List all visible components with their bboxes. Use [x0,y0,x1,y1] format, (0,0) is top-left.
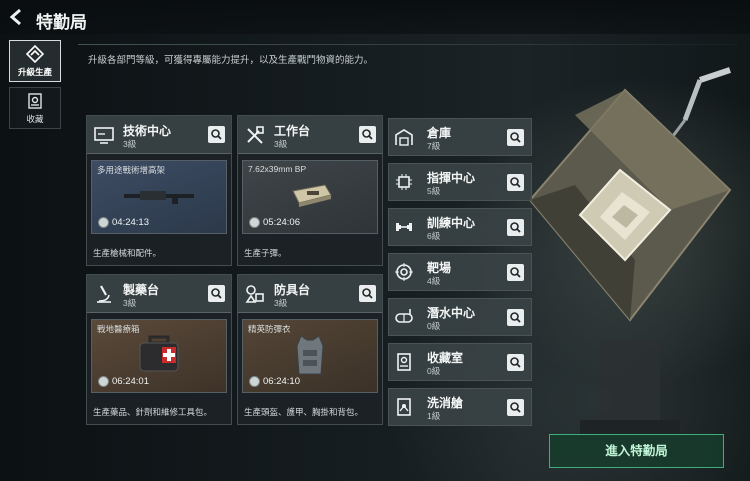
production-timer: 06:24:01 [98,376,149,387]
collection-icon [28,93,42,109]
search-icon[interactable] [208,285,225,302]
clock-icon [249,376,260,387]
production-slot[interactable]: 7.62x39mm BP 05:24:06 [242,160,378,234]
search-icon[interactable] [359,126,376,143]
clock-icon [249,217,260,228]
diving-mask-icon [395,309,413,323]
card-header: 防具台 3級 [238,275,382,313]
search-icon[interactable] [507,219,524,236]
card-level: 3級 [123,139,137,149]
warehouse-icon [395,129,413,146]
card-footer: 生產藥品、針劑和維修工具包。 [93,407,213,417]
rifle-mount-image [124,191,194,204]
facility-level: 6級 [427,231,441,241]
microscope-icon [97,285,111,303]
card-workbench[interactable]: 工作台 3級 7.62x39mm BP 05:24:06 生產子彈。 [237,115,383,266]
search-icon[interactable] [507,129,524,146]
hazard-icon [397,398,411,416]
production-timer: 04:24:13 [98,217,149,228]
ammo-box-image [292,184,332,207]
armor-parts-icon [245,285,264,303]
facility-level: 1級 [427,411,441,421]
facility-level: 7級 [427,141,441,151]
medkit-image [139,335,179,372]
tools-icon [247,126,264,144]
card-name: 防具台 [274,283,311,297]
card-level: 3級 [274,298,288,308]
nav-collection[interactable]: 收藏 [9,87,61,129]
card-header: 製藥台 3級 [87,275,231,313]
target-icon [395,263,413,281]
product-name: 精英防彈衣 [248,324,291,334]
production-slot[interactable]: 戰地醫療箱 06:24:01 [91,319,227,393]
nav-label: 收藏 [26,114,44,124]
card-footer: 生產頭盔、護甲、胸掛和背包。 [244,407,364,417]
page-title: 特勤局 [36,13,87,32]
facility-name: 倉庫 [427,126,452,140]
clock-icon [98,217,109,228]
facility-level: 4級 [427,276,441,286]
top-bar [0,0,750,34]
chip-icon [396,174,412,190]
nav-label: 升級生產 [17,67,52,77]
search-icon[interactable] [208,126,225,143]
monitor-icon [94,127,114,144]
enter-special-service-button[interactable]: 進入特勤局 [549,434,724,468]
production-timer: 05:24:06 [249,217,300,228]
facility-warehouse[interactable]: 倉庫 7級 [388,118,532,156]
card-footer: 生產子彈。 [244,248,287,258]
product-name: 7.62x39mm BP [248,164,307,174]
search-icon[interactable] [507,309,524,326]
facility-level: 5級 [427,186,441,196]
collection-room-icon [397,353,411,371]
product-name: 戰地醫療箱 [97,324,140,334]
card-name: 工作台 [274,124,311,138]
page-description: 升級各部門等級，可獲得專屬能力提升，以及生產戰鬥物資的能力。 [88,55,374,66]
card-pharmacy[interactable]: 製藥台 3級 戰地醫療箱 06:24:01 生產藥品、針劑和維修工具包。 [86,274,232,425]
search-icon[interactable] [507,399,524,416]
search-icon[interactable] [507,174,524,191]
production-slot[interactable]: 多用途戰術增高架 04:24:13 [91,160,227,234]
production-slot[interactable]: 精英防彈衣 06:24:10 [242,319,378,393]
card-level: 3級 [274,139,288,149]
nav-upgrade-production[interactable]: 升級生產 [9,40,61,82]
facility-name: 收藏室 [427,351,464,365]
card-footer: 生產槍械和配件。 [93,248,162,258]
card-tech-center[interactable]: 技術中心 3級 多用途戰術增高架 04:24:13 生產槍械和配件。 [86,115,232,266]
facility-name: 指揮中心 [427,171,476,185]
facility-decontamination-chamber[interactable]: 洗消艙 1級 [388,388,532,426]
card-header: 技術中心 3級 [87,116,231,154]
dumbbell-icon [396,223,412,231]
facility-shooting-range[interactable]: 靶場 4級 [388,253,532,291]
search-icon[interactable] [507,354,524,371]
facility-level: 0級 [427,321,441,331]
facility-training-center[interactable]: 訓練中心 6級 [388,208,532,246]
facility-command-center[interactable]: 指揮中心 5級 [388,163,532,201]
facility-name: 靶場 [427,261,452,275]
divider [78,44,738,45]
product-name: 多用途戰術增高架 [97,165,166,175]
card-level: 3級 [123,298,137,308]
facility-diving-center[interactable]: 潛水中心 0級 [388,298,532,336]
search-icon[interactable] [507,264,524,281]
body-armor-image [296,335,324,375]
facility-level: 0級 [427,366,441,376]
back-arrow-icon[interactable] [8,8,24,26]
card-header: 工作台 3級 [238,116,382,154]
production-timer: 06:24:10 [249,376,300,387]
search-icon[interactable] [359,285,376,302]
facility-name: 洗消艙 [427,396,464,410]
card-armor-bench[interactable]: 防具台 3級 精英防彈衣 06:24:10 生產頭盔、護甲、胸掛和背包。 [237,274,383,425]
background-cube-artwork [528,67,732,440]
card-name: 製藥台 [123,283,160,297]
card-name: 技術中心 [123,124,172,138]
facility-name: 潛水中心 [427,306,476,320]
facility-name: 訓練中心 [427,216,476,230]
clock-icon [98,376,109,387]
facility-collection-room[interactable]: 收藏室 0級 [388,343,532,381]
upgrade-production-icon [26,45,44,63]
